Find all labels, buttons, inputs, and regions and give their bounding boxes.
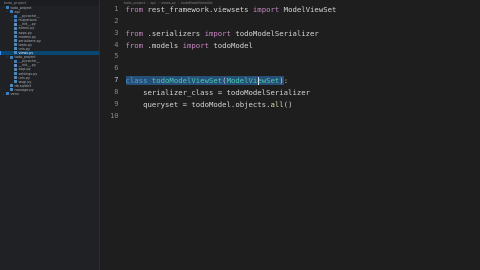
code-token: rest_framework.viewsets	[147, 5, 253, 14]
code-text: from .models import todoModel	[126, 40, 253, 52]
code-token: ModelViewSet	[283, 5, 337, 14]
code-line[interactable]: 3 from .serializers import todoModelSeria…	[100, 28, 480, 40]
python-file-icon	[14, 47, 17, 51]
code-token: import	[204, 28, 236, 38]
line-number: 2	[114, 16, 119, 25]
python-file-icon	[10, 88, 13, 92]
python-file-icon	[14, 71, 17, 75]
python-file-icon	[14, 75, 17, 79]
code-line[interactable]: 7 class todoModelViewSet(ModelViewSet):	[100, 75, 480, 87]
code-text: from rest_framework.viewsets import Mode…	[126, 4, 337, 16]
line-number: 10	[110, 111, 119, 120]
python-file-icon	[14, 30, 17, 34]
python-file-icon	[14, 51, 17, 55]
code-text: class todoModelViewSet(ModelViewSet):	[125, 75, 289, 87]
code-line[interactable]: 4 from .models import todoModel	[100, 40, 480, 52]
code-token: (	[222, 76, 227, 86]
text-cursor	[258, 77, 259, 86]
line-number: 6	[114, 64, 119, 73]
folder-icon	[10, 55, 13, 59]
tree-item-label: venv	[10, 91, 19, 96]
code-token: from	[125, 28, 148, 38]
python-file-icon	[10, 84, 13, 88]
code-token: queryset = todoModel.objects.	[125, 99, 271, 109]
code-area[interactable]: 1 from rest_framework.viewsets import Mod…	[100, 4, 480, 122]
tree-folder[interactable]: › venv	[0, 92, 99, 96]
line-number: 4	[114, 40, 119, 49]
code-token: from	[125, 5, 148, 14]
code-editor[interactable]: todo_project › api › views.py › todoModelViewS…	[100, 0, 480, 270]
code-token: .models	[147, 40, 183, 50]
python-file-icon	[14, 80, 17, 84]
code-token: import	[252, 5, 284, 14]
code-line[interactable]: 8 serializer_class = todoModelSerializer	[100, 87, 480, 99]
code-line[interactable]: 10	[100, 111, 480, 123]
python-file-icon	[14, 67, 17, 71]
code-token: serializer_class = todoModelSerializer	[125, 87, 311, 97]
line-number: 5	[114, 52, 119, 61]
code-line[interactable]: 6	[100, 63, 480, 75]
python-file-icon	[14, 35, 17, 39]
code-text: serializer_class = todoModelSerializer	[125, 87, 311, 99]
python-file-icon	[14, 22, 17, 26]
line-number: 8	[114, 87, 119, 96]
code-token: todoModel	[213, 40, 253, 50]
code-text: queryset = todoModel.objects.all()	[125, 99, 293, 111]
code-token: class	[125, 76, 152, 86]
code-token: :	[283, 76, 289, 86]
line-number: 9	[114, 99, 119, 108]
code-line[interactable]: 1 from rest_framework.viewsets import Mod…	[100, 4, 480, 16]
code-token: ()	[283, 99, 293, 109]
python-file-icon	[14, 63, 17, 67]
file-tree: ˅ todo_project ˅ api › __pycache__ › migrations…	[0, 6, 99, 96]
line-number: 1	[114, 5, 119, 13]
code-token: todoModelViewSet	[151, 76, 223, 86]
code-line[interactable]: 5	[100, 51, 480, 63]
explorer-sidebar: todo_project ˅ todo_project ˅ api › __pycache…	[0, 0, 100, 270]
line-number: 7	[114, 76, 119, 85]
folder-icon	[6, 92, 9, 96]
code-token: all	[270, 99, 284, 109]
code-line[interactable]: 2	[100, 16, 480, 28]
code-token: ModelViewSet	[226, 76, 280, 86]
code-token: from	[125, 40, 148, 50]
code-token: import	[182, 40, 214, 50]
folder-icon	[14, 14, 17, 18]
folder-icon	[10, 10, 13, 14]
line-number: 3	[114, 28, 119, 37]
code-token: .serializers	[147, 28, 205, 38]
python-file-icon	[14, 39, 17, 43]
python-file-icon	[14, 26, 17, 30]
folder-icon	[14, 18, 17, 22]
code-line[interactable]: 9 queryset = todoModel.objects.all()	[100, 99, 480, 111]
code-text: from .serializers import todoModelSerial…	[126, 28, 319, 40]
python-file-icon	[14, 43, 17, 47]
code-token: todoModelSerializer	[235, 28, 319, 38]
folder-icon	[14, 59, 17, 63]
folder-icon	[6, 6, 9, 10]
